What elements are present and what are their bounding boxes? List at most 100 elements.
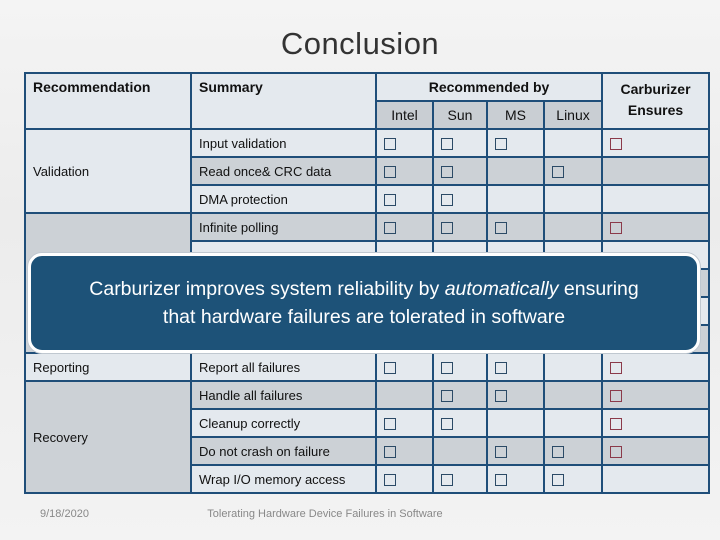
header-sun: Sun (432, 100, 488, 130)
linux-cell (542, 128, 604, 158)
checkbox-icon (441, 166, 453, 179)
intel-cell (375, 380, 434, 410)
ms-cell (486, 128, 545, 158)
linux-cell (542, 464, 604, 494)
category-cell: Validation (24, 128, 192, 214)
table-row: TimingInfinite polling (24, 212, 711, 354)
checkbox-icon (384, 166, 396, 179)
linux-cell (542, 184, 604, 214)
intel-cell (375, 408, 434, 438)
slide-title: Conclusion (280, 26, 440, 61)
sun-cell (432, 156, 488, 186)
conclusion-callout: Carburizer improves system reliability b… (28, 253, 700, 353)
ms-cell (486, 156, 545, 186)
checkbox-icon (495, 474, 507, 487)
checkbox-icon (495, 390, 507, 403)
linux-cell (542, 436, 604, 466)
table-row: Validation Input validation (24, 128, 711, 214)
summary-cell: Report all failures (190, 352, 377, 382)
carburizer-cell (601, 408, 711, 438)
ms-cell (486, 436, 545, 466)
checkbox-icon (610, 418, 623, 431)
ms-cell (486, 464, 545, 494)
header-recommendation: Recommendation (24, 72, 192, 130)
summary-cell: Handle all failures (190, 380, 377, 410)
callout-emphasis: automatically (444, 278, 559, 300)
checkbox-icon (384, 446, 396, 459)
checkbox-icon (610, 362, 623, 375)
carburizer-cell (601, 184, 711, 214)
carburizer-cell (601, 436, 711, 466)
linux-cell (542, 408, 604, 438)
summary-cell: Cleanup correctly (190, 408, 377, 438)
checkbox-icon (441, 362, 453, 375)
checkbox-icon (441, 222, 453, 235)
intel-cell (375, 212, 434, 242)
checkbox-icon (441, 194, 453, 207)
intel-cell (375, 436, 434, 466)
checkbox-icon (552, 474, 564, 487)
checkbox-icon (495, 446, 507, 459)
ms-cell (486, 184, 545, 214)
sun-cell (432, 212, 488, 242)
intel-cell (375, 464, 434, 494)
footer-title: Tolerating Hardware Device Failures in S… (207, 508, 443, 520)
checkbox-icon (441, 474, 453, 487)
sun-cell (432, 464, 488, 494)
intel-cell (375, 184, 434, 214)
sun-cell (432, 184, 488, 214)
table-row: Reporting Report all failures (24, 352, 711, 382)
checkbox-icon (610, 446, 623, 459)
header-linux: Linux (542, 100, 604, 130)
checkbox-icon (384, 222, 396, 235)
callout-line-2: that hardware failures are tolerated in … (162, 306, 566, 328)
checkbox-icon (610, 390, 623, 403)
carburizer-cell (601, 212, 711, 242)
carburizer-cell (601, 128, 711, 158)
summary-cell: Wrap I/O memory access (190, 464, 377, 494)
callout-line-1: Carburizer improves system reliability b… (89, 278, 639, 300)
checkbox-icon (384, 418, 396, 431)
checkbox-icon (441, 138, 453, 151)
ms-cell (486, 408, 545, 438)
intel-cell (375, 128, 434, 158)
checkbox-icon (552, 166, 564, 179)
intel-cell (375, 352, 434, 382)
ms-cell (486, 380, 545, 410)
header-carburizer-ensures: Carburizer Ensures (601, 72, 711, 130)
checkbox-icon (610, 222, 623, 235)
table-row: Recovery Handle all failures (24, 380, 711, 494)
category-cell: Reporting (24, 352, 192, 382)
checkbox-icon (384, 194, 396, 207)
checkbox-icon (495, 138, 507, 151)
ms-cell (486, 212, 545, 242)
sun-cell (432, 436, 488, 466)
checkbox-icon (495, 222, 507, 235)
sun-cell (432, 128, 488, 158)
linux-cell (542, 212, 604, 242)
checkbox-icon (552, 446, 564, 459)
checkbox-icon (495, 362, 507, 375)
summary-cell: Do not crash on failure (190, 436, 377, 466)
header-recommended-by: Recommended by (374, 72, 604, 102)
carburizer-cell (601, 380, 711, 410)
intel-cell (375, 156, 434, 186)
carburizer-cell (601, 156, 711, 186)
category-cell: Recovery (24, 380, 192, 494)
sun-cell (432, 380, 488, 410)
checkbox-icon (441, 418, 453, 431)
linux-cell (542, 380, 604, 410)
carburizer-cell (601, 464, 711, 494)
summary-cell: Infinite polling (190, 212, 377, 242)
ms-cell (486, 352, 545, 382)
header-ms: MS (486, 100, 545, 130)
summary-cell: Input validation (190, 128, 377, 158)
checkbox-icon (384, 474, 396, 487)
checkbox-icon (384, 362, 396, 375)
checkbox-icon (610, 138, 623, 151)
header-intel: Intel (375, 100, 434, 130)
checkbox-icon (384, 138, 396, 151)
sun-cell (432, 408, 488, 438)
summary-cell: Read once& CRC data (190, 156, 377, 186)
linux-cell (542, 352, 604, 382)
